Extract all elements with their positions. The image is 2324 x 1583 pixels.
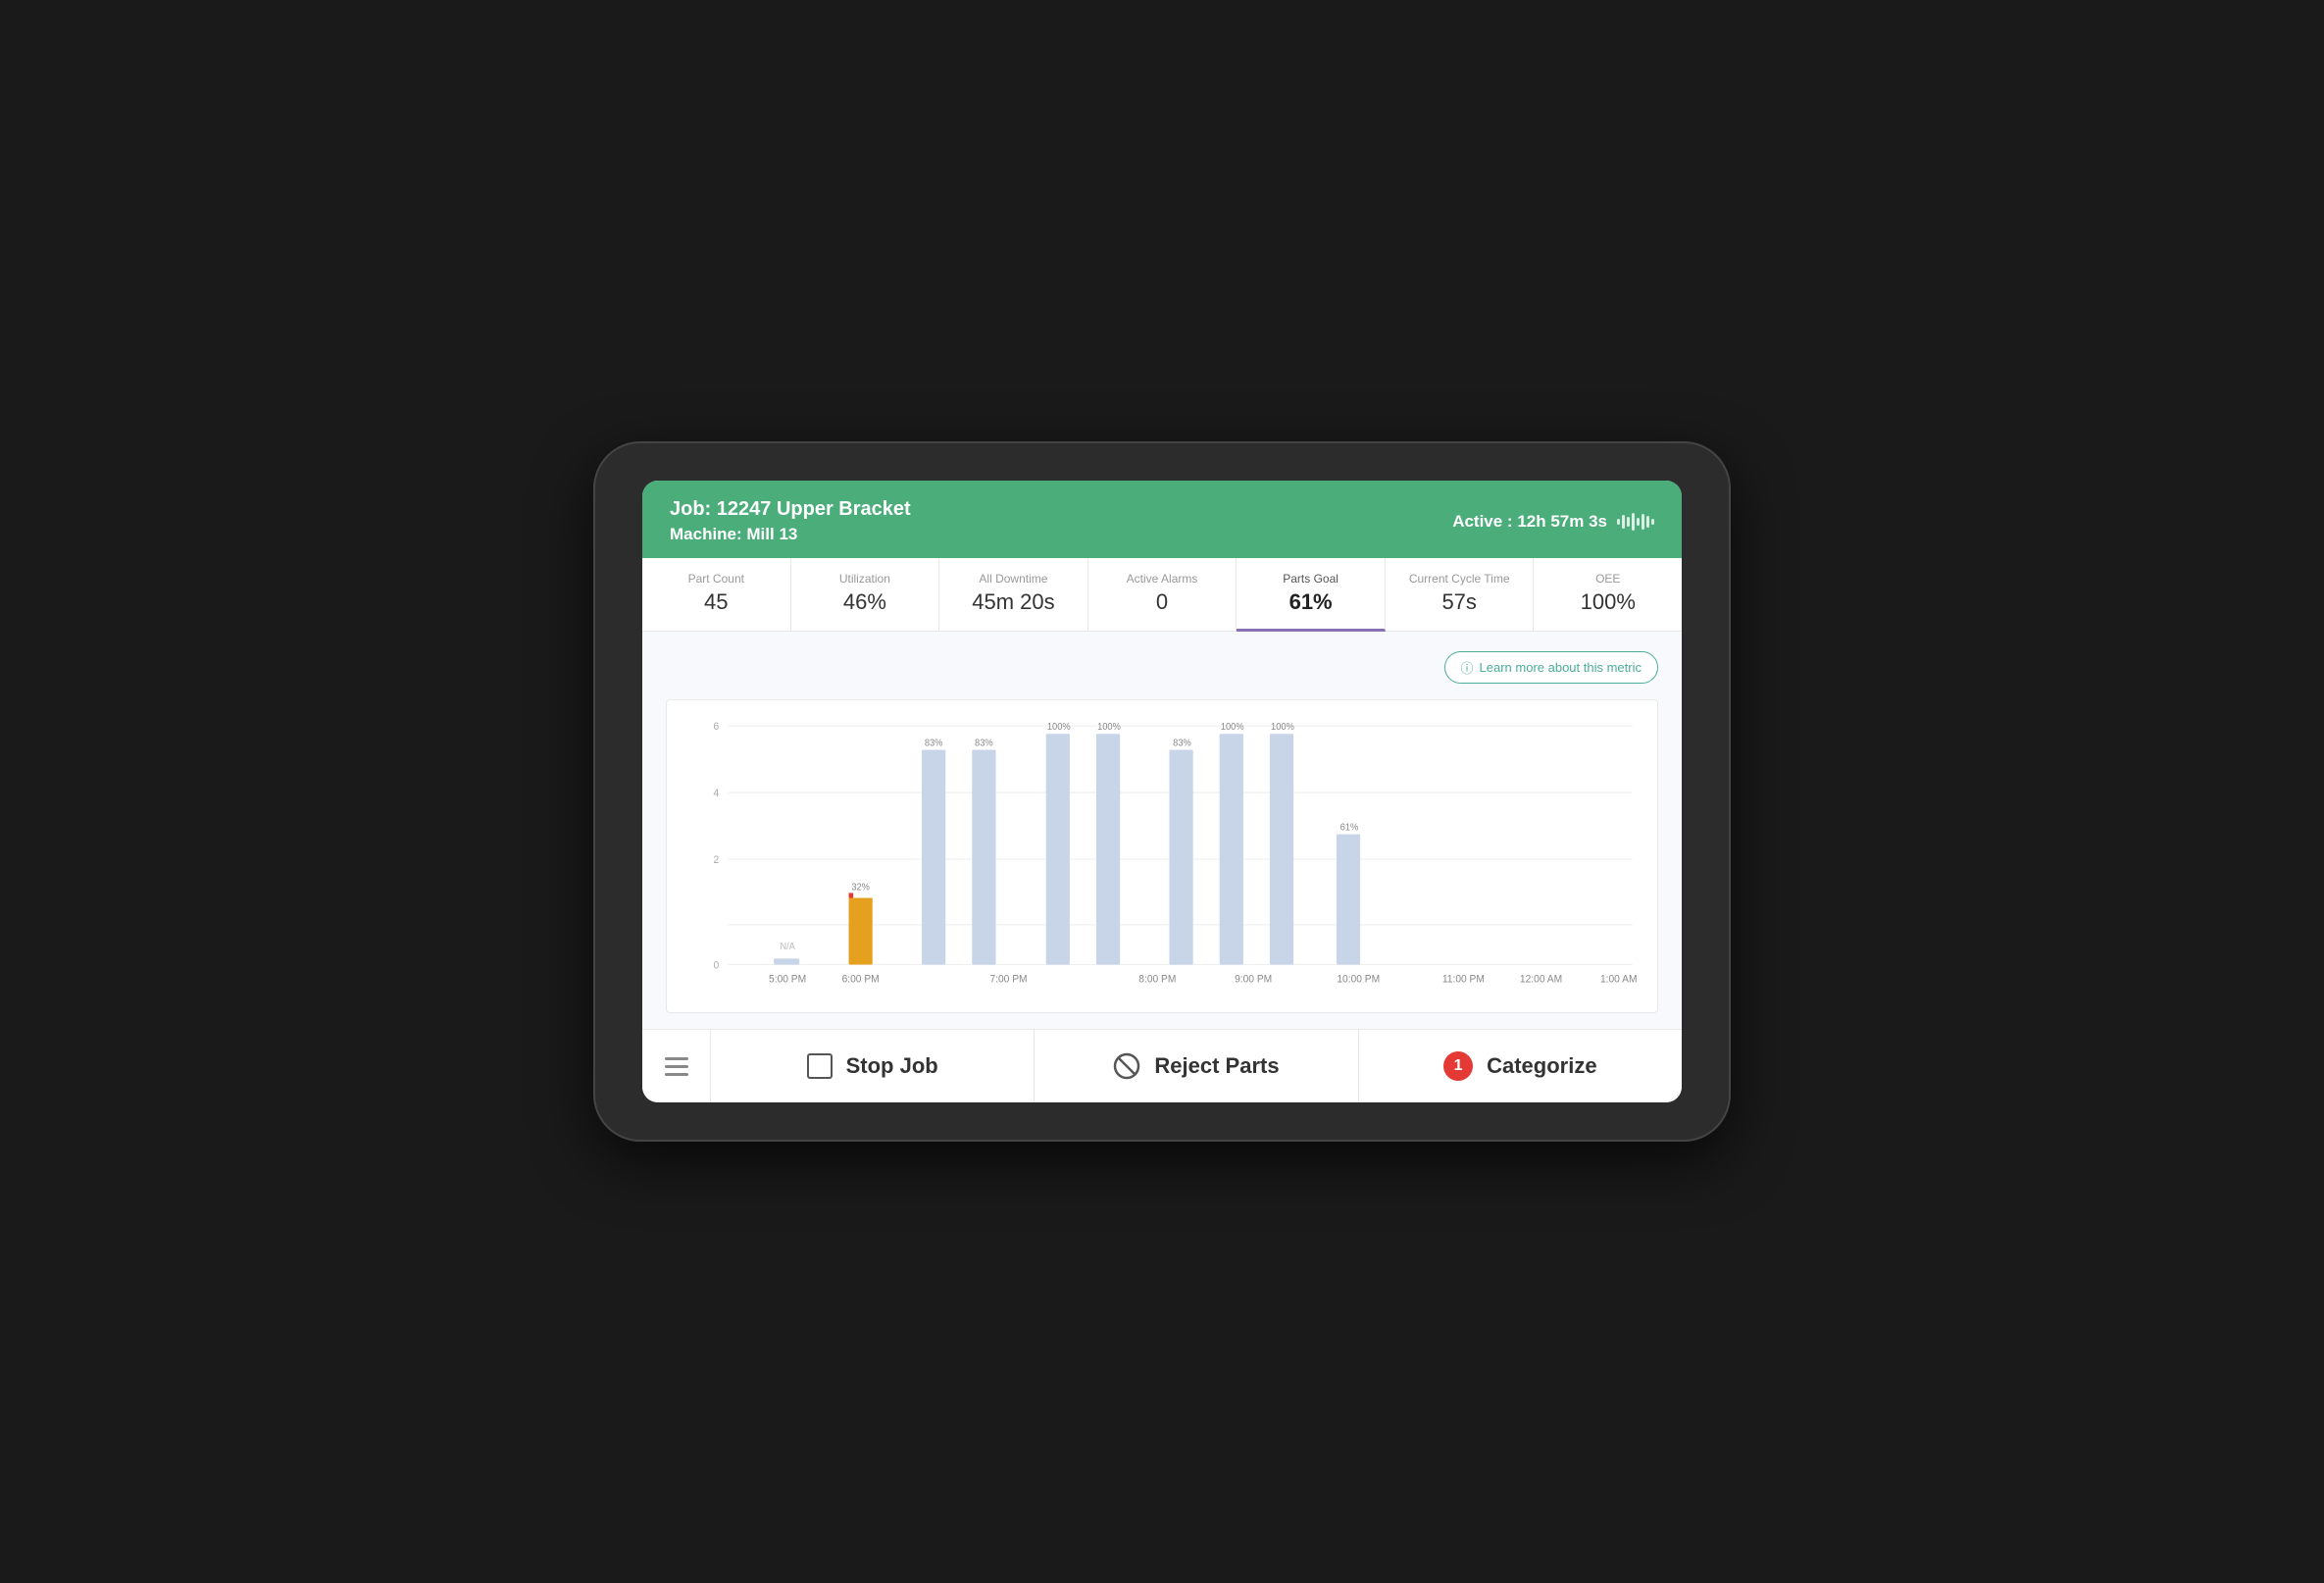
metric-utilization[interactable]: Utilization 46% <box>791 558 940 631</box>
metric-all-downtime[interactable]: All Downtime 45m 20s <box>939 558 1088 631</box>
job-title: Job: 12247 Upper Bracket <box>670 498 911 521</box>
svg-text:83%: 83% <box>1173 738 1191 748</box>
svg-text:6: 6 <box>714 721 720 733</box>
svg-text:1:00 AM: 1:00 AM <box>1600 973 1638 985</box>
metric-active-alarms[interactable]: Active Alarms 0 <box>1088 558 1238 631</box>
categorize-label: Categorize <box>1487 1053 1596 1079</box>
svg-text:11:00 PM: 11:00 PM <box>1442 973 1485 985</box>
svg-text:N/A: N/A <box>780 942 795 952</box>
svg-text:8:00 PM: 8:00 PM <box>1138 973 1176 985</box>
metrics-bar: Part Count 45 Utilization 46% All Downti… <box>642 558 1682 632</box>
svg-text:2: 2 <box>714 854 720 866</box>
metric-oee[interactable]: OEE 100% <box>1534 558 1682 631</box>
svg-text:100%: 100% <box>1097 722 1121 733</box>
svg-text:100%: 100% <box>1047 722 1071 733</box>
machine-title: Machine: Mill 13 <box>670 525 911 544</box>
svg-text:6:00 PM: 6:00 PM <box>842 973 880 985</box>
reject-icon <box>1113 1052 1140 1080</box>
metric-value-part-count: 45 <box>650 589 783 615</box>
metric-label-all-downtime: All Downtime <box>947 572 1080 586</box>
menu-button[interactable] <box>642 1030 711 1102</box>
metric-label-current-cycle-time: Current Cycle Time <box>1393 572 1526 586</box>
metric-value-utilization: 46% <box>799 589 932 615</box>
metric-value-all-downtime: 45m 20s <box>947 589 1080 615</box>
header-left: Job: 12247 Upper Bracket Machine: Mill 1… <box>670 498 911 544</box>
reject-parts-button[interactable]: Reject Parts <box>1035 1030 1358 1102</box>
metric-label-oee: OEE <box>1541 572 1674 586</box>
learn-more-label: Learn more about this metric <box>1480 660 1642 675</box>
stop-job-label: Stop Job <box>846 1053 938 1079</box>
metric-value-parts-goal: 61% <box>1244 589 1377 615</box>
metric-current-cycle-time[interactable]: Current Cycle Time 57s <box>1386 558 1535 631</box>
waveform-icon <box>1617 512 1654 532</box>
chart-area: ⓘ Learn more about this metric 6 4 2 0 <box>642 632 1682 1029</box>
metric-label-parts-goal: Parts Goal <box>1244 572 1377 586</box>
header-right: Active : 12h 57m 3s <box>1452 512 1654 532</box>
categorize-badge: 1 <box>1443 1051 1473 1081</box>
metric-label-active-alarms: Active Alarms <box>1096 572 1229 586</box>
metric-value-oee: 100% <box>1541 589 1674 615</box>
stop-icon <box>807 1053 833 1079</box>
svg-text:12:00 AM: 12:00 AM <box>1520 973 1562 985</box>
metric-label-part-count: Part Count <box>650 572 783 586</box>
chart-header: ⓘ Learn more about this metric <box>666 651 1658 684</box>
bar-chart: 6 4 2 0 N/A 32% 83% 83% <box>682 716 1642 1004</box>
svg-text:7:00 PM: 7:00 PM <box>989 973 1027 985</box>
svg-text:5:00 PM: 5:00 PM <box>769 973 806 985</box>
tablet-device: Job: 12247 Upper Bracket Machine: Mill 1… <box>593 441 1731 1142</box>
svg-text:83%: 83% <box>925 738 943 748</box>
learn-more-button[interactable]: ⓘ Learn more about this metric <box>1444 651 1658 684</box>
stop-job-button[interactable]: Stop Job <box>711 1030 1035 1102</box>
svg-text:83%: 83% <box>975 738 993 748</box>
metric-value-current-cycle-time: 57s <box>1393 589 1526 615</box>
bottom-bar: Stop Job Reject Parts 1 Categorize <box>642 1029 1682 1102</box>
svg-text:100%: 100% <box>1271 722 1294 733</box>
question-icon: ⓘ <box>1461 658 1474 677</box>
svg-text:32%: 32% <box>851 882 870 893</box>
reject-parts-label: Reject Parts <box>1154 1053 1279 1079</box>
active-status: Active : 12h 57m 3s <box>1452 512 1607 532</box>
svg-text:100%: 100% <box>1221 722 1244 733</box>
metric-label-utilization: Utilization <box>799 572 932 586</box>
svg-text:10:00 PM: 10:00 PM <box>1337 973 1380 985</box>
tablet-screen: Job: 12247 Upper Bracket Machine: Mill 1… <box>642 481 1682 1102</box>
hamburger-icon <box>665 1057 688 1076</box>
svg-text:0: 0 <box>714 959 720 971</box>
metric-value-active-alarms: 0 <box>1096 589 1229 615</box>
metric-parts-goal[interactable]: Parts Goal 61% <box>1237 558 1386 632</box>
svg-text:9:00 PM: 9:00 PM <box>1235 973 1272 985</box>
chart-container: 6 4 2 0 N/A 32% 83% 83% <box>666 699 1658 1013</box>
categorize-button[interactable]: 1 Categorize <box>1359 1030 1682 1102</box>
metric-part-count[interactable]: Part Count 45 <box>642 558 791 631</box>
svg-text:61%: 61% <box>1340 822 1359 833</box>
svg-text:4: 4 <box>714 788 720 799</box>
header: Job: 12247 Upper Bracket Machine: Mill 1… <box>642 481 1682 558</box>
